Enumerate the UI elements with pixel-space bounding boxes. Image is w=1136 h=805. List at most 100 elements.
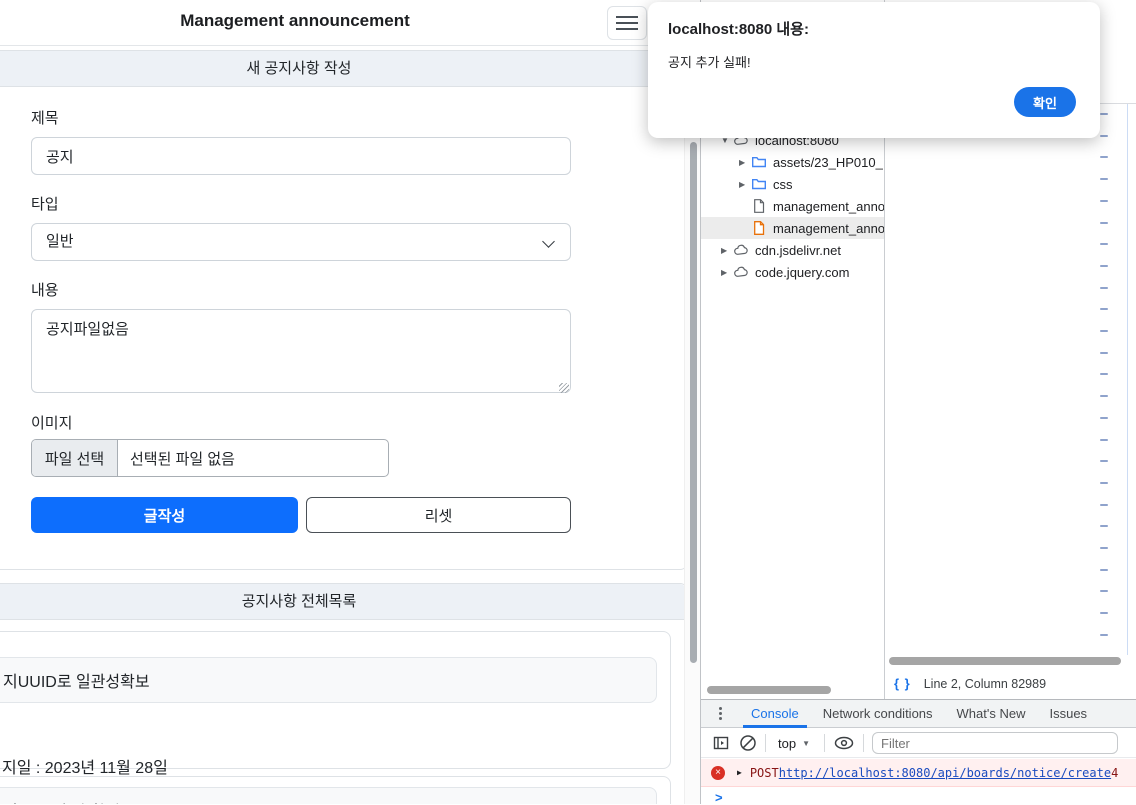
drawer-tab-network-conditions[interactable]: Network conditions: [823, 700, 933, 728]
caret-down-icon[interactable]: ▼: [802, 739, 810, 748]
line-wrap-marker: [1100, 178, 1108, 181]
live-expression-eye-icon[interactable]: [833, 735, 855, 751]
code-line: } catc: [1130, 458, 1136, 473]
resize-grip-icon[interactable]: [559, 383, 569, 393]
line-wrap-marker: [1100, 633, 1108, 636]
drawer-tab-what-s-new[interactable]: What's New: [957, 700, 1026, 728]
triangle-right-icon[interactable]: ▶: [721, 246, 733, 255]
content-textarea[interactable]: 공지파일없음: [31, 309, 571, 393]
triangle-right-icon[interactable]: ▶: [739, 158, 751, 167]
code-line: }),: [1130, 647, 1136, 662]
triangle-right-icon[interactable]: ▶: [721, 268, 733, 277]
list-item-date: 지일 : 2023년 11월 28일: [2, 760, 168, 777]
title-input[interactable]: [31, 137, 571, 175]
code-line: o && c: [1130, 560, 1136, 575]
line-wrap-marker: [1100, 547, 1108, 549]
code-line: a = r.: [1130, 313, 1136, 328]
tree-item-management-anno[interactable]: management_anno: [701, 217, 884, 239]
drawer-tab-console[interactable]: Console: [743, 700, 807, 728]
braces-icon: { }: [894, 676, 911, 691]
page-scrollbar-thumb[interactable]: [690, 142, 697, 663]
dialog-title: localhost:8080 내용:: [668, 21, 809, 38]
folder-icon: [752, 179, 766, 190]
line-wrap-marker: [1100, 113, 1108, 115]
cloud-icon: [734, 244, 748, 255]
code-line: S.ajaxPrefilter(functi: [1130, 618, 1136, 633]
folder-icon: [752, 157, 766, 168]
code-line: }: [1130, 575, 1136, 590]
line-wrap-marker: [1100, 460, 1108, 463]
code-line: }: [1130, 269, 1136, 284]
line-wrap-marker: [1100, 395, 1108, 398]
error-url-link[interactable]: http://localhost:8080/api/boards/notice/…: [779, 766, 1111, 780]
error-icon: ×: [711, 765, 725, 780]
code-line: r.: [1130, 138, 1136, 153]
drawer-tab-issues[interactable]: Issues: [1049, 700, 1087, 728]
line-wrap-marker: [1100, 612, 1108, 615]
page-scrollbar-track[interactable]: [684, 46, 700, 804]
list-item[interactable]: 일UUID추가 확인: [0, 776, 671, 804]
code-line: r.onlo: [1130, 298, 1136, 313]
code-line: }: [1130, 589, 1136, 604]
tree-item-css[interactable]: ▶ css: [701, 173, 884, 195]
code-line: re: [1130, 167, 1136, 182]
line-wrap-marker: [1100, 134, 1108, 137]
type-select-value: 일반: [46, 233, 74, 250]
console-toolbar: top ▼: [701, 729, 1136, 758]
code-line: void 0: [1130, 327, 1136, 342]
hamburger-menu-button[interactable]: [607, 6, 647, 40]
line-wrap-marker: [1100, 568, 1108, 571]
alert-dialog: localhost:8080 내용: 공지 추가 실패! 확인: [648, 2, 1100, 138]
code-content: i.cros e) r. o = fu re } } ,: [1130, 109, 1136, 662]
code-line: 4: [1130, 342, 1136, 357]
submit-button[interactable]: 글작성: [31, 497, 298, 533]
file-input[interactable]: 파일 선택 선택된 파일 없음: [31, 439, 389, 477]
image-label: 이미지: [31, 415, 73, 432]
list-item-title: 지UUID로 일관성확보: [0, 657, 657, 703]
tree-item-code-jquery-com[interactable]: ▶ code.jquery.com: [701, 261, 884, 283]
line-wrap-marker: [1100, 481, 1108, 484]
line-wrap-marker: [1100, 243, 1108, 246]
code-line: }: [1130, 254, 1136, 269]
more-options-icon[interactable]: [713, 707, 727, 720]
list-item[interactable]: 지UUID로 일관성확보 지일 : 2023년 11월 28일: [0, 631, 671, 777]
clear-console-icon[interactable]: [739, 734, 757, 752]
code-line: if: [1130, 473, 1136, 488]
context-selector[interactable]: top: [778, 736, 796, 751]
code-line: abort: fun: [1130, 545, 1136, 560]
expand-triangle-icon[interactable]: ▶: [737, 768, 742, 777]
devtools-drawer: Console Network conditions What's New Issue…: [701, 699, 1136, 805]
cursor-position-text: Line 2, Column 82989: [923, 676, 1047, 691]
new-announcement-card: 새 공지사항 작성 제목 타입 일반 내용 공지파일없음 이미지 파일 선택 선…: [0, 50, 688, 570]
page-header: Management announcement: [0, 0, 700, 46]
code-line: }): [1130, 371, 1136, 386]
hamburger-icon: [616, 16, 638, 18]
type-select[interactable]: 일반: [31, 223, 571, 261]
tree-item-cdn-jsdelivr-net[interactable]: ▶ cdn.jsdelivr.net: [701, 239, 884, 261]
console-prompt-chevron[interactable]: >: [715, 790, 723, 805]
code-line: }: [1130, 516, 1136, 531]
navigator-hscrollbar-thumb[interactable]: [707, 686, 831, 694]
reset-button[interactable]: 리셋: [306, 497, 571, 533]
line-wrap-marker: [1100, 330, 1108, 332]
dialog-confirm-button[interactable]: 확인: [1014, 87, 1076, 117]
file-select-button[interactable]: 파일 선택: [32, 440, 118, 476]
tree-item-management-anno[interactable]: management_anno: [701, 195, 884, 217]
error-status-fragment: 4: [1111, 765, 1119, 780]
triangle-right-icon[interactable]: ▶: [739, 180, 751, 189]
web-page: Management announcement 새 공지사항 작성 제목 타입 …: [0, 0, 700, 804]
code-line: ,: [1130, 284, 1136, 299]
editor-hscrollbar-thumb[interactable]: [889, 657, 1121, 665]
type-label: 타입: [31, 196, 59, 213]
console-sidebar-toggle-icon[interactable]: [713, 735, 729, 751]
console-filter-input[interactable]: [872, 732, 1118, 754]
code-line: o = ob: [1130, 414, 1136, 429]
tree-item-assets-23-hp010-[interactable]: ▶ assets/23_HP010_: [701, 151, 884, 173]
line-wrap-marker: [1100, 286, 1108, 289]
line-wrap-marker: [1100, 503, 1108, 506]
title-label: 제목: [31, 110, 59, 127]
